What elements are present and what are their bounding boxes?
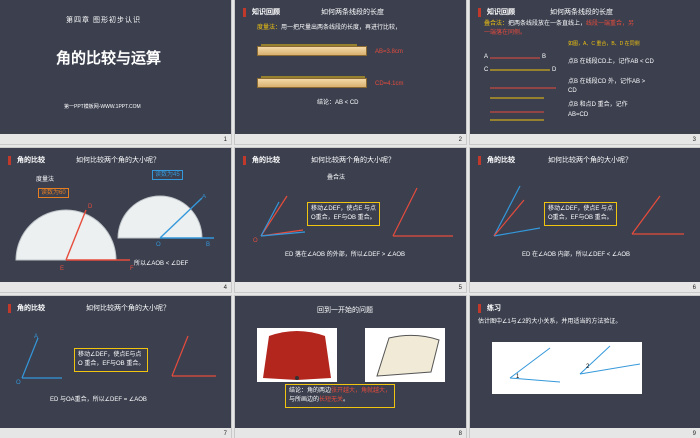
result-text: ED 与OA重合，所以∠DEF = ∠AOB [50,397,147,403]
segments-diagram: A C B D [484,54,557,121]
slide-6[interactable]: 角的比较 如何比较两个角的大小呢？ 移动∠DEF，使点E 与点 O重合，EF与O… [469,147,700,293]
white-fan-image [365,328,445,382]
footer-text: 第一PPT模板网-WWW.1PPT.COM [64,104,141,110]
slide-1[interactable]: 第四章 图形初步认识 角的比较与运算 第一PPT模板网-WWW.1PPT.COM… [0,0,232,145]
slide-4[interactable]: 角的比较 如何比较两个角的大小呢？ 度量法 读数为60 读数为45 D E F … [0,147,232,293]
chapter-label: 第四章 图形初步认识 [66,17,141,24]
svg-text:A: A [202,194,206,200]
svg-text:B: B [206,242,210,248]
slide-9[interactable]: 练习 估计图中∠1与∠2的大小关系，并用适当的方法验证。 1 2 9 [469,295,700,438]
slide-heading: 如何两条线段的长度 [321,9,384,16]
instruction-callout: 移动∠DEF，使点E与点 O 重合，EF与OB 重合。 [74,348,149,372]
page-number: 7 [223,431,227,437]
svg-text:B: B [542,54,546,60]
slide-title: 角的比较与运算 [56,50,162,67]
slide-heading: 如何比较两个角的大小呢？ [86,305,170,312]
section-tag: 角的比较 [8,304,45,313]
svg-text:D: D [552,67,557,73]
result-2: 点B 在线段CD 外，记作AB > [568,79,646,85]
svg-text:A: A [34,334,38,340]
conclusion-text: 结论：AB < CD [317,100,359,106]
slide-7[interactable]: 角的比较 如何比较两个角的大小呢？ O A 移动∠DEF，使点E与点 O 重合，… [0,295,232,438]
section-tag: 角的比较 [478,156,515,165]
ab-length: AB=3.8cm [375,49,403,55]
section-tag: 角的比较 [243,156,280,165]
page-number: 3 [692,137,696,143]
slide-8[interactable]: 回到一开始的问题 结论：角的两边张开越大，角就越大， 与所画边的长短无关。 8 [234,295,467,438]
cd-length: CD=4.1cm [375,81,404,87]
result-3: 点B 和点D 重合，记作 [568,102,628,108]
reading-45: 读数为45 [152,170,183,180]
section-tag: 知识回顾 [243,8,280,17]
protractor-diagram: D E F A O B [15,194,214,272]
svg-text:A: A [484,54,488,60]
slide-3[interactable]: 知识回顾 如何两条线段的长度 叠合法：把两条线段放在一条直线上，线段一端重合，另… [469,0,700,145]
method-line-1: 叠合法：把两条线段放在一条直线上，线段一端重合，另 [484,21,635,27]
method-line-2: 一端落在同侧。 [484,30,527,36]
result-1: 点B 在线段CD上，记作AB < CD [568,59,654,65]
svg-text:D: D [88,204,93,210]
svg-text:O: O [156,242,161,248]
result-text: ED 在∠AOB 内部，所以∠DEF < ∠AOB [522,252,630,258]
slide-heading: 如何两条线段的长度 [550,9,613,16]
method-label: 叠合法 [327,175,346,181]
result-2b: CD [568,88,577,94]
svg-text:C: C [484,67,489,73]
section-tag: 知识回顾 [478,8,515,17]
note-text: 如图，A、C 重合，B、D 在同侧 [568,41,640,47]
conclusion-callout: 结论：角的两边张开越大，角就越大， 与所画边的长短无关。 [285,384,396,408]
slide-grid: 第四章 图形初步认识 角的比较与运算 第一PPT模板网-WWW.1PPT.COM… [0,0,700,438]
page-number: 2 [458,137,462,143]
svg-text:O: O [16,380,21,386]
instruction-callout: 移动∠DEF，使点E 与点 O重合，EF与OB 重合。 [544,202,618,226]
page-number: 4 [223,285,227,291]
svg-text:E: E [60,266,64,272]
page-number: 9 [692,431,696,437]
result-text: ED 落在∠AOB 的外部，所以∠DEF > ∠AOB [285,252,405,258]
result-text: 所以∠AOB < ∠DEF [134,261,189,267]
segment-drawing [261,44,365,78]
page-number: 6 [692,285,696,291]
instruction-callout: 移动∠DEF，使点E 与点 O重合，EF与OB 重合。 [307,202,381,226]
slide-2[interactable]: 知识回顾 如何两条线段的长度 度量法：用一把尺量出两条线段的长度，再进行比较， … [234,0,467,145]
exercise-text: 估计图中∠1与∠2的大小关系，并用适当的方法验证。 [478,319,622,325]
slide-5[interactable]: 角的比较 如何比较两个角的大小呢？ 叠合法 O 移动∠DEF，使点E 与点 O重… [234,147,467,293]
result-3b: AB=CD [568,112,589,118]
svg-text:O: O [253,238,258,244]
method-label: 度量法 [36,177,55,183]
slide-heading: 如何比较两个角的大小呢？ [76,157,160,164]
section-tag: 角的比较 [8,156,45,165]
page-number: 5 [458,285,462,291]
slide-heading: 如何比较两个角的大小呢？ [548,157,632,164]
slide-heading: 回到一开始的问题 [317,307,373,314]
method-label: 度量法：用一把尺量出两条线段的长度，再进行比较， [257,25,402,31]
exercise-figure: 1 2 [492,342,642,394]
page-number: 8 [458,431,462,437]
slide-heading: 如何比较两个角的大小呢？ [311,157,395,164]
red-fan-image [257,328,337,382]
page-number: 1 [223,137,227,143]
section-tag: 练习 [478,304,501,313]
